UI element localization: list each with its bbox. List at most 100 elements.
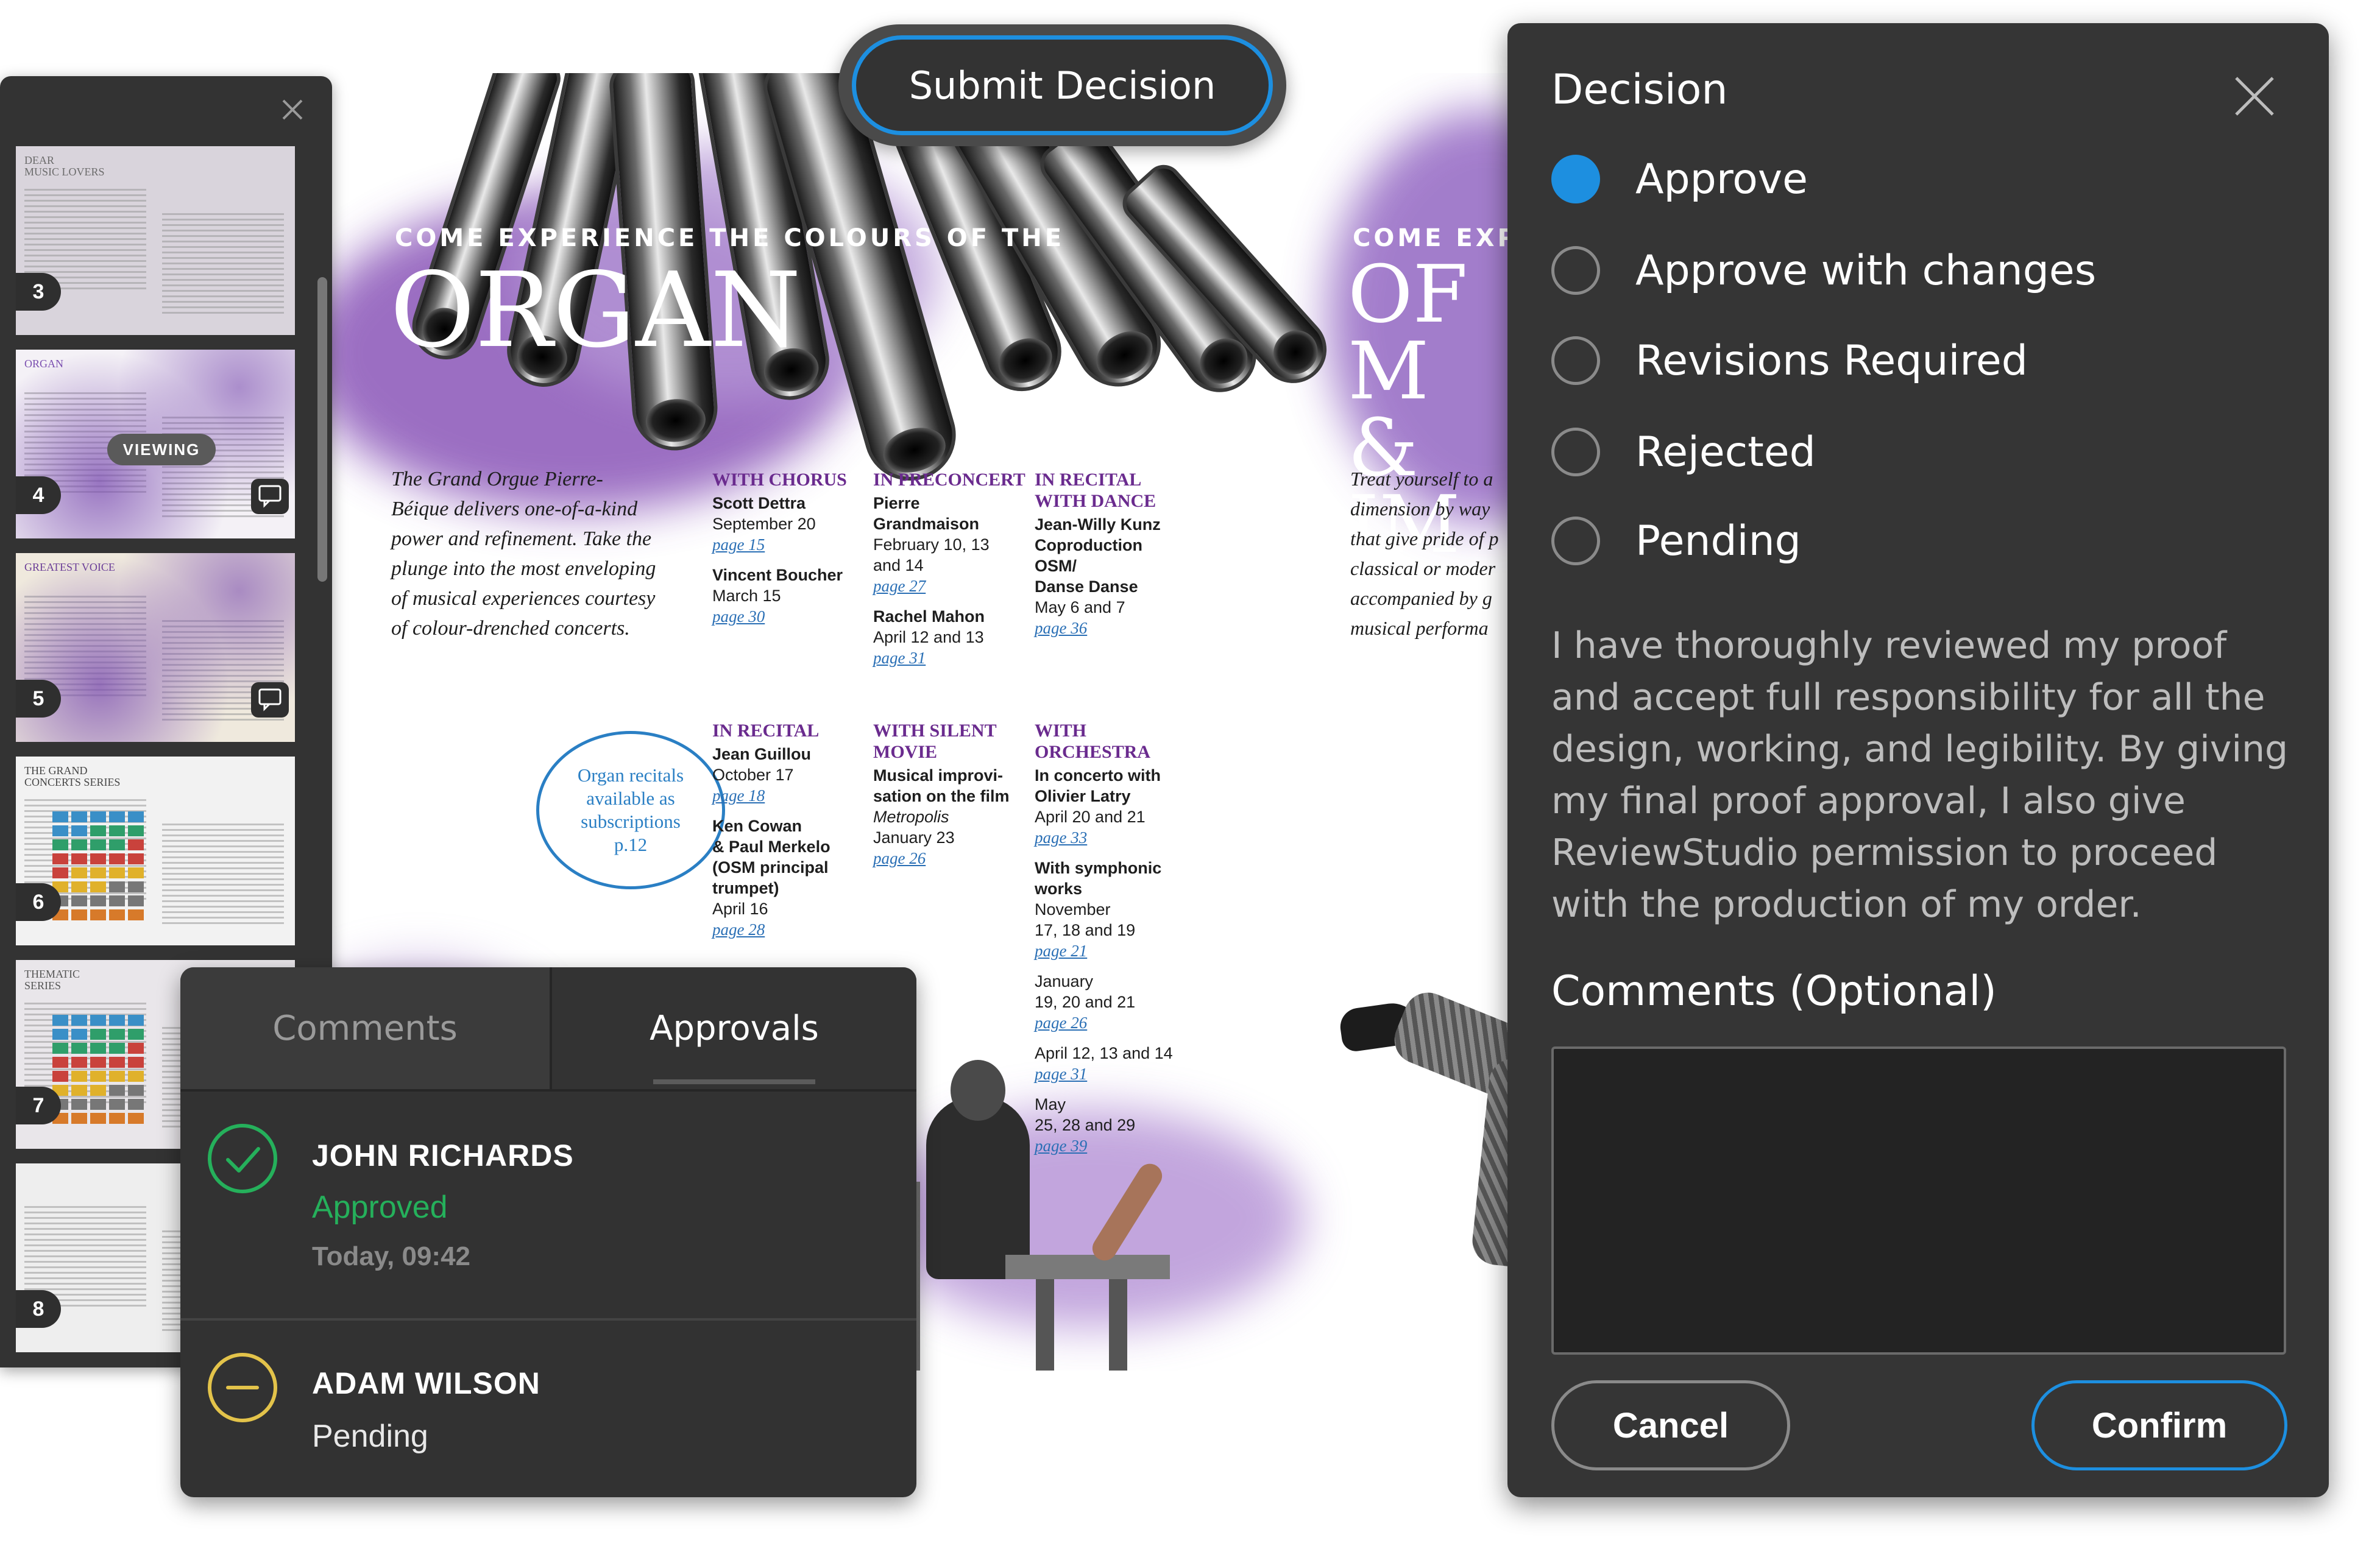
radio-button[interactable] — [1551, 428, 1600, 476]
event-column: WITH CHORUS Scott Dettra September 20 page … — [712, 469, 865, 637]
event-column: IN RECITAL WITH DANCE Jean-Willy Kunz Cop… — [1035, 469, 1187, 648]
intro-paragraph-right: Treat yourself to a dimension by way tha… — [1350, 468, 1499, 639]
thumbnail-title: THE GRAND CONCERTS SERIES — [24, 764, 121, 788]
decision-modal: Decision Approve Approve with changes Re… — [1507, 23, 2329, 1497]
confirm-button[interactable]: Confirm — [2031, 1380, 2287, 1470]
event-column: IN RECITAL Jean Guillou October 17 page 18 K… — [712, 720, 865, 950]
event-detail: January 19, 20 and 21 — [1035, 972, 1136, 1011]
thumbnail-page-5[interactable]: GREATEST VOICE5 — [16, 553, 295, 742]
thumbnail-page-number: 6 — [16, 883, 61, 921]
event-detail: April 12 and 13 — [873, 628, 984, 646]
tab-comments[interactable]: Comments — [180, 967, 550, 1089]
thumbnails-scrollbar[interactable] — [317, 277, 327, 582]
page-link[interactable]: page 26 — [1035, 1012, 1187, 1033]
event-detail: Scott Dettra — [712, 494, 806, 512]
event-detail: May 6 and 7 — [1035, 598, 1125, 616]
thumbnail-page-3[interactable]: DEAR MUSIC LOVERS 3 — [16, 146, 295, 335]
event-detail: March 15 — [712, 587, 781, 605]
page-title: ORGAN — [390, 250, 801, 371]
event-detail: January 23 — [873, 828, 955, 847]
submit-decision-button[interactable]: Submit Decision — [852, 35, 1273, 135]
option-label: Revisions Required — [1635, 336, 2028, 385]
event-column: WITH SILENT MOVIE Musical improvi- sation… — [873, 720, 1025, 878]
page-link[interactable]: page 15 — [712, 534, 865, 555]
event-detail: In concerto with Olivier Latry — [1035, 766, 1161, 805]
event-detail: Musical improvi- sation on the film — [873, 766, 1010, 805]
event-detail: Jean Guillou — [712, 745, 812, 763]
event-detail: September 20 — [712, 515, 816, 533]
page-kicker: COME EXPERIENCE THE COLOURS OF THE — [395, 224, 1065, 252]
modal-title: Decision — [1551, 66, 1728, 114]
approval-timestamp: Today, 09:42 — [312, 1241, 471, 1271]
decision-option-pending[interactable]: Pending — [1551, 510, 1801, 571]
thumbnail-page-number: 8 — [16, 1290, 61, 1328]
close-icon[interactable] — [277, 94, 308, 125]
page-link[interactable]: page 21 — [1035, 940, 1187, 961]
event-heading: IN RECITAL — [712, 721, 820, 741]
comment-icon[interactable] — [251, 479, 289, 514]
subscription-callout[interactable]: Organ recitals available as subscription… — [536, 731, 725, 889]
event-detail: With symphonic works — [1035, 859, 1162, 898]
event-heading: IN PRECONCERT — [873, 470, 1025, 490]
page-link[interactable]: page 28 — [712, 919, 865, 940]
event-detail: October 17 — [712, 766, 794, 784]
decision-option-approve-with-changes[interactable]: Approve with changes — [1551, 240, 2096, 301]
event-detail: Pierre Grandmaison — [873, 494, 980, 533]
event-detail: Rachel Mahon — [873, 607, 985, 626]
decision-option-revisions-required[interactable]: Revisions Required — [1551, 330, 2028, 391]
submit-decision-container: Submit Decision — [838, 24, 1286, 146]
event-detail: Metropolis — [873, 808, 949, 826]
divider — [180, 1089, 916, 1092]
event-heading: WITH ORCHESTRA — [1035, 721, 1151, 762]
event-detail: April 20 and 21 — [1035, 808, 1146, 826]
page-link[interactable]: page 33 — [1035, 827, 1187, 848]
thumbnail-text-lines — [162, 824, 284, 927]
tab-approvals[interactable]: Approvals — [552, 967, 916, 1089]
thumbnail-color-grid — [52, 1015, 144, 1124]
event-column: IN PRECONCERT Pierre Grandmaison February … — [873, 469, 1025, 678]
option-label: Pending — [1635, 517, 1801, 565]
option-label: Approve — [1635, 155, 1808, 203]
event-heading: WITH SILENT MOVIE — [873, 721, 997, 762]
page-link[interactable]: page 27 — [873, 576, 1025, 596]
approval-terms-text: I have thoroughly reviewed my proof and … — [1551, 624, 2289, 926]
event-detail: Ken Cowan & Paul Merkelo (OSM principal … — [712, 817, 831, 897]
page-link[interactable]: page 31 — [873, 647, 1025, 668]
event-detail: Vincent Boucher — [712, 566, 843, 584]
event-detail: February 10, 13 and 14 — [873, 535, 990, 574]
option-label: Rejected — [1635, 428, 1816, 476]
radio-button[interactable] — [1551, 336, 1600, 385]
thumbnail-page-number: 4 — [16, 476, 61, 514]
page-link[interactable]: page 26 — [873, 848, 1025, 869]
intro-paragraph: The Grand Orgue Pierre-Béique delivers o… — [391, 468, 656, 640]
divider — [180, 1318, 916, 1321]
approver-status: Pending — [312, 1419, 428, 1454]
event-detail: April 16 — [712, 900, 768, 918]
close-icon[interactable] — [2230, 72, 2279, 121]
approver-name: ADAM WILSON — [312, 1366, 540, 1400]
approvals-panel: Comments Approvals JOHN RICHARDS Approve… — [180, 967, 916, 1497]
thumbnail-page-4[interactable]: ORGAN4VIEWING — [16, 350, 295, 538]
viewing-badge: VIEWING — [107, 434, 216, 465]
comment-icon[interactable] — [251, 682, 289, 718]
thumbnail-title: THEMATIC SERIES — [24, 968, 80, 992]
decision-option-approve[interactable]: Approve — [1551, 149, 1808, 210]
comments-label: Comments (Optional) — [1551, 967, 1997, 1015]
thumbnail-title: DEAR MUSIC LOVERS — [24, 154, 105, 178]
decision-option-rejected[interactable]: Rejected — [1551, 422, 1816, 482]
radio-button[interactable] — [1551, 155, 1600, 203]
radio-button[interactable] — [1551, 246, 1600, 295]
event-detail: November 17, 18 and 19 — [1035, 900, 1136, 939]
page-link[interactable]: page 36 — [1035, 618, 1187, 638]
event-heading: WITH CHORUS — [712, 470, 847, 490]
minus-circle-icon — [208, 1353, 277, 1422]
approver-name: JOHN RICHARDS — [312, 1138, 574, 1173]
event-heading: IN RECITAL WITH DANCE — [1035, 470, 1156, 511]
thumbnail-page-6[interactable]: THE GRAND CONCERTS SERIES 6 — [16, 757, 295, 945]
page-link[interactable]: page 30 — [712, 606, 865, 627]
comments-textarea[interactable] — [1551, 1046, 2286, 1355]
cancel-button[interactable]: Cancel — [1551, 1380, 1790, 1470]
radio-button[interactable] — [1551, 517, 1600, 565]
page-link[interactable]: page 18 — [712, 785, 865, 806]
event-detail: Jean-Willy Kunz Coproduction OSM/ Danse … — [1035, 515, 1161, 596]
